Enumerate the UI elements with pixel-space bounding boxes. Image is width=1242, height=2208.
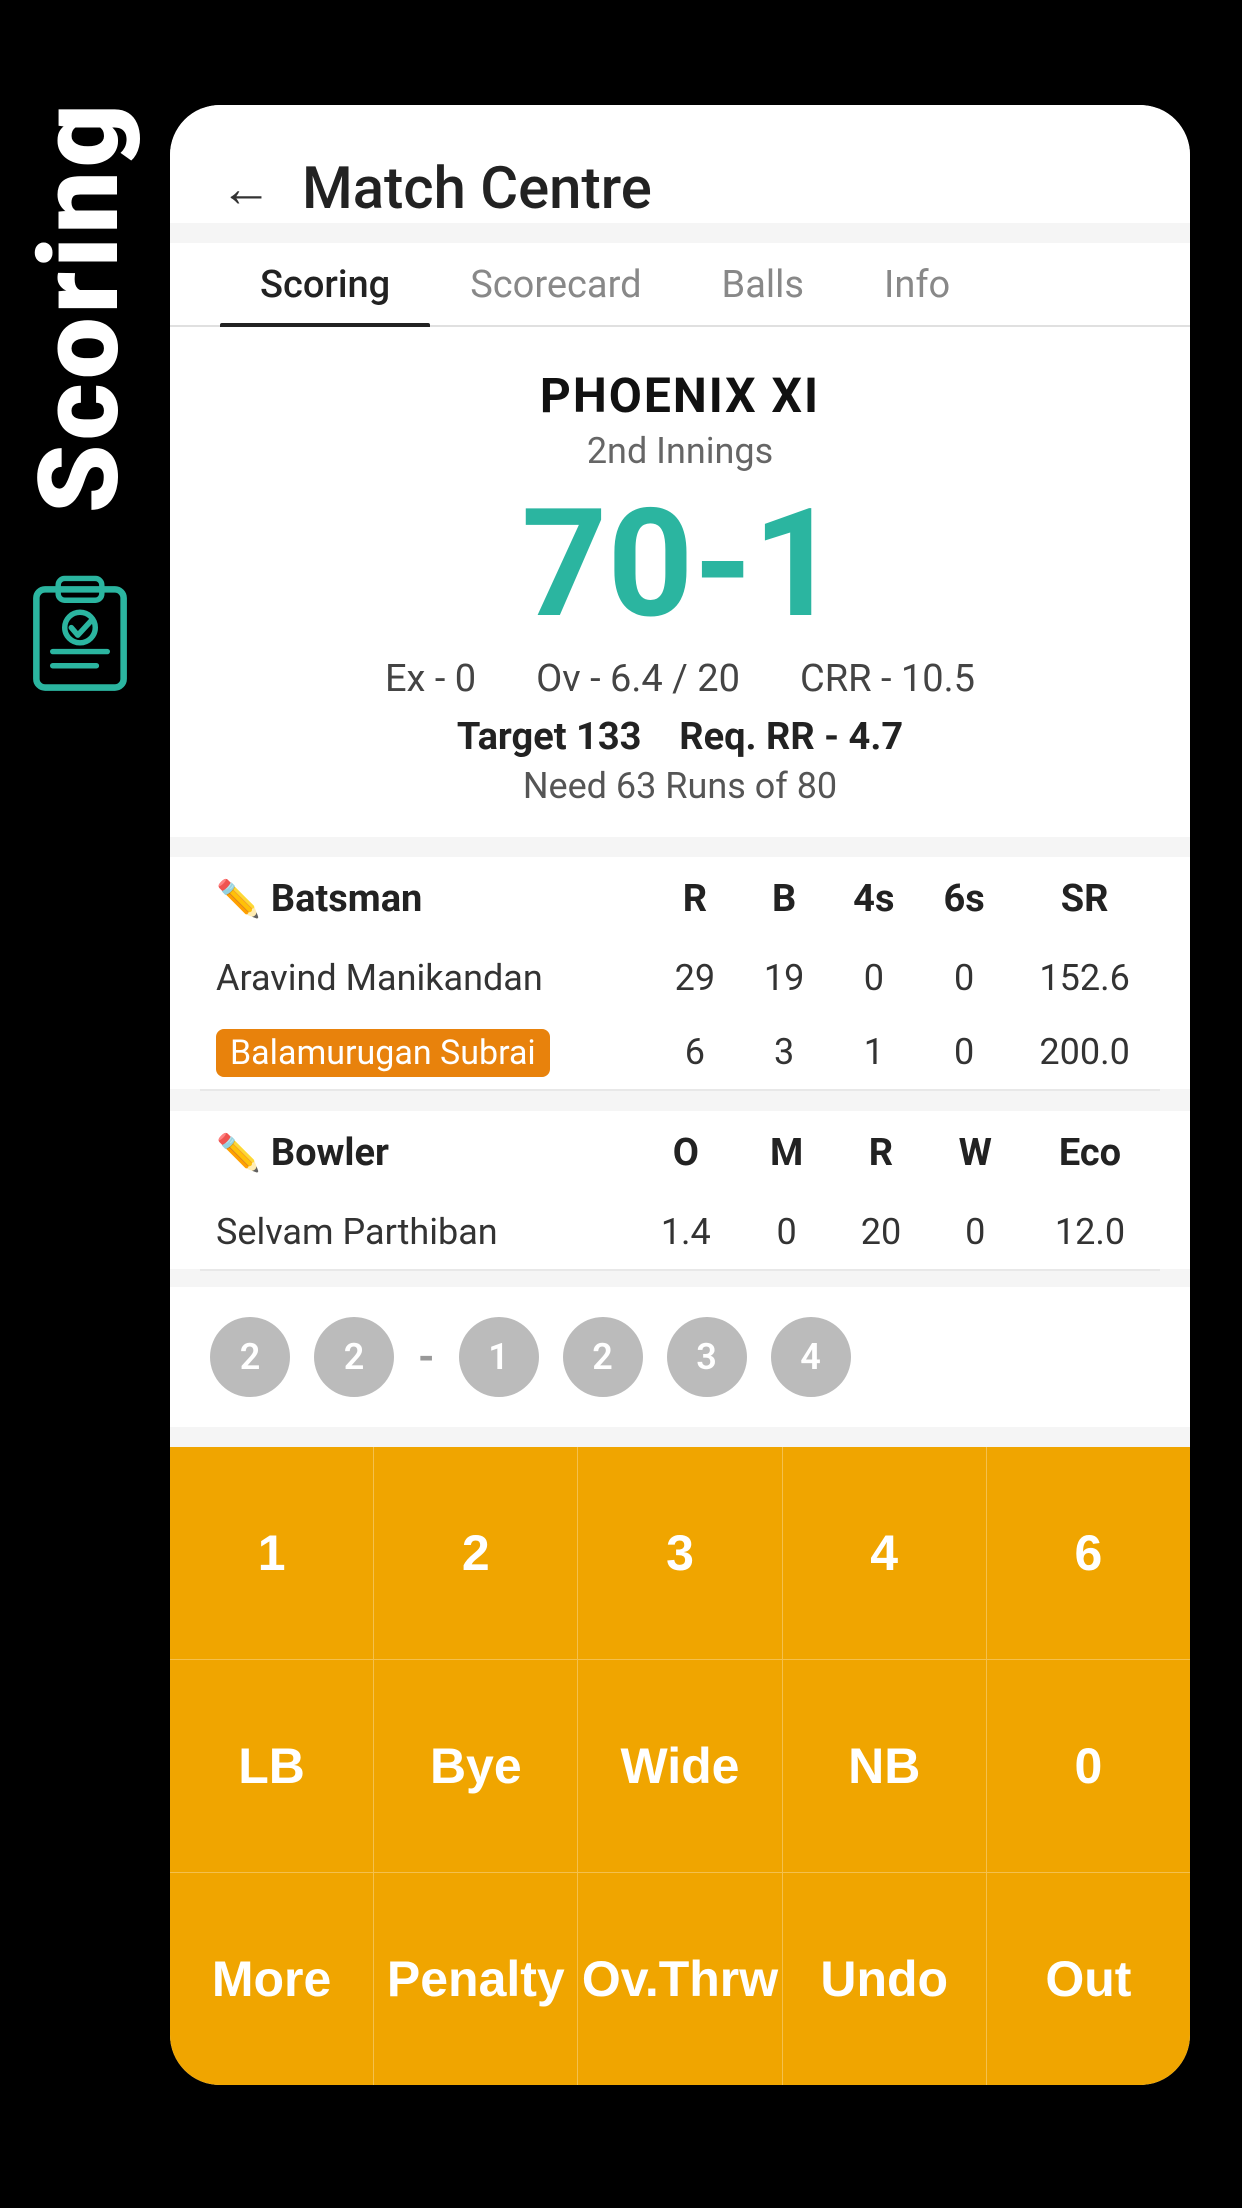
score-btn-wide[interactable]: Wide <box>578 1660 782 1872</box>
bowler-section: ✏️ Bowler O M R W Eco Selvam Parthiban 1… <box>170 1111 1190 1269</box>
ball-item[interactable]: 2 <box>314 1317 394 1397</box>
bowler-header: ✏️ Bowler <box>216 1131 614 1175</box>
clipboard-icon <box>25 573 135 693</box>
main-card: ← Match Centre Scoring Scorecard Balls I… <box>170 105 1190 2085</box>
tabs-bar: Scoring Scorecard Balls Info <box>170 243 1190 327</box>
score-display: 70-1 <box>220 482 1140 647</box>
score-btn-one[interactable]: 1 <box>170 1447 374 1659</box>
edit-batsman-icon[interactable]: ✏️ <box>216 878 261 920</box>
score-btn-zero[interactable]: 0 <box>987 1660 1190 1872</box>
divider-1 <box>200 1089 1160 1091</box>
batsmen-table: ✏️ Batsman R B 4s 6s SR Aravind Manikand… <box>200 857 1160 1089</box>
score-btn-bye[interactable]: Bye <box>374 1660 578 1872</box>
scoring-pad: 12346LBByeWideNB0MorePenaltyOv.ThrwUndoO… <box>170 1447 1190 2085</box>
batsmen-section: ✏️ Batsman R B 4s 6s SR Aravind Manikand… <box>170 857 1190 1089</box>
score-btn-lb[interactable]: LB <box>170 1660 374 1872</box>
team-name: PHOENIX XI <box>220 367 1140 424</box>
edit-bowler-icon[interactable]: ✏️ <box>216 1132 261 1174</box>
tab-balls[interactable]: Balls <box>682 243 844 325</box>
score-btn-three[interactable]: 3 <box>578 1447 782 1659</box>
ball-item[interactable]: 2 <box>210 1317 290 1397</box>
batsman-row[interactable]: Balamurugan Subrai 6 3 1 0 200.0 <box>200 1015 1160 1089</box>
back-button[interactable]: ← <box>220 163 272 215</box>
ball-item[interactable]: 2 <box>563 1317 643 1397</box>
score-btn-two[interactable]: 2 <box>374 1447 578 1659</box>
scoring-row-0: 12346 <box>170 1447 1190 1660</box>
ball-history: 22-1234 <box>170 1287 1190 1427</box>
tab-info[interactable]: Info <box>844 243 990 325</box>
extras: Ex - 0 <box>385 657 476 701</box>
score-btn-more[interactable]: More <box>170 1873 374 2085</box>
bowler-row[interactable]: Selvam Parthiban 1.4 0 20 0 12.0 <box>200 1195 1160 1269</box>
crr: CRR - 10.5 <box>800 657 975 701</box>
need-line: Need 63 Runs of 80 <box>220 765 1140 807</box>
page-title: Match Centre <box>302 155 652 223</box>
tab-scoring[interactable]: Scoring <box>220 243 430 325</box>
divider-2 <box>200 1269 1160 1271</box>
score-section: PHOENIX XI 2nd Innings 70-1 Ex - 0 Ov - … <box>170 327 1190 837</box>
score-btn-ovthrw[interactable]: Ov.Thrw <box>578 1873 782 2085</box>
ball-item[interactable]: 4 <box>771 1317 851 1397</box>
scoring-row-1: LBByeWideNB0 <box>170 1660 1190 1873</box>
score-btn-six[interactable]: 6 <box>987 1447 1190 1659</box>
header: ← Match Centre <box>170 105 1190 223</box>
overs: Ov - 6.4 / 20 <box>536 657 740 701</box>
side-text: Scoring <box>25 100 135 513</box>
batsman-header: ✏️ Batsman <box>216 877 634 921</box>
tab-scorecard[interactable]: Scorecard <box>430 243 681 325</box>
ball-item[interactable]: 1 <box>459 1317 539 1397</box>
bowler-table: ✏️ Bowler O M R W Eco Selvam Parthiban 1… <box>200 1111 1160 1269</box>
innings-label: 2nd Innings <box>220 430 1140 472</box>
side-panel: Scoring <box>0 100 160 1000</box>
score-btn-out[interactable]: Out <box>987 1873 1190 2085</box>
scoring-row-2: MorePenaltyOv.ThrwUndoOut <box>170 1873 1190 2085</box>
target-line: Target 133 Req. RR - 4.7 <box>220 715 1140 759</box>
score-btn-undo[interactable]: Undo <box>783 1873 987 2085</box>
score-btn-four[interactable]: 4 <box>783 1447 987 1659</box>
score-btn-nb[interactable]: NB <box>783 1660 987 1872</box>
ball-separator: - <box>418 1333 435 1382</box>
batsman-row[interactable]: Aravind Manikandan 29 19 0 0 152.6 <box>200 941 1160 1015</box>
ball-item[interactable]: 3 <box>667 1317 747 1397</box>
score-meta: Ex - 0 Ov - 6.4 / 20 CRR - 10.5 <box>220 657 1140 701</box>
score-btn-penalty[interactable]: Penalty <box>374 1873 578 2085</box>
